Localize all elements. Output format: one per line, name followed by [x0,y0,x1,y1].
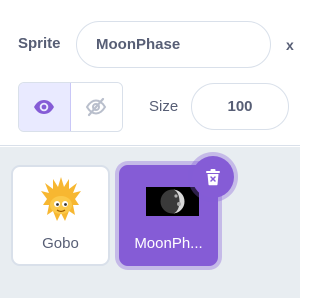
sprite-tile-label: MoonPh... [134,235,203,252]
visibility-toggle [18,82,123,132]
delete-sprite-button[interactable] [192,156,234,198]
gobo-costume [41,177,81,221]
sprite-label: Sprite [18,35,61,52]
moon-costume [146,187,199,216]
sprite-name-input[interactable]: MoonPhase [76,21,271,68]
show-sprite-button[interactable] [19,83,71,131]
sprite-info-pane: Sprite MoonPhase x Size 100 [0,0,300,146]
sprite-tile-gobo[interactable]: Gobo [11,165,110,266]
size-label: Size [149,98,179,115]
hide-sprite-button[interactable] [70,83,122,131]
sprite-tile-label: Gobo [42,235,79,252]
size-input[interactable]: 100 [191,83,289,130]
eye-slash-icon [86,97,107,117]
eye-icon [34,100,55,114]
sprite-pane: Sprite MoonPhase x Size 100 Gobo MoonPh.… [0,0,300,298]
trash-icon [206,169,220,186]
x-label: x [286,37,294,53]
